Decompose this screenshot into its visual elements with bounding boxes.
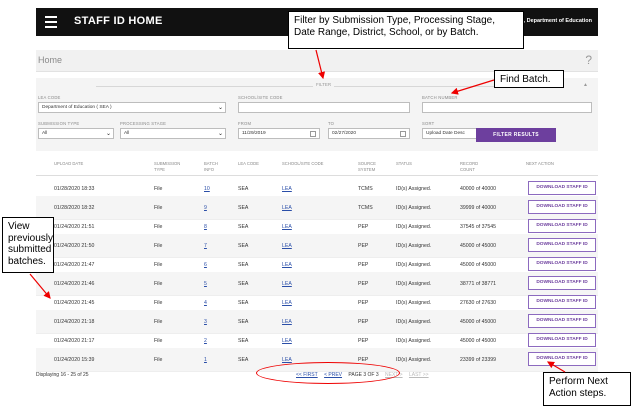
arrow-filter [315,49,326,80]
arrow-find-batch [450,79,495,95]
annotation-arrows [29,49,566,373]
arrow-view-batches [29,273,51,299]
arrow-next-action [546,361,566,373]
